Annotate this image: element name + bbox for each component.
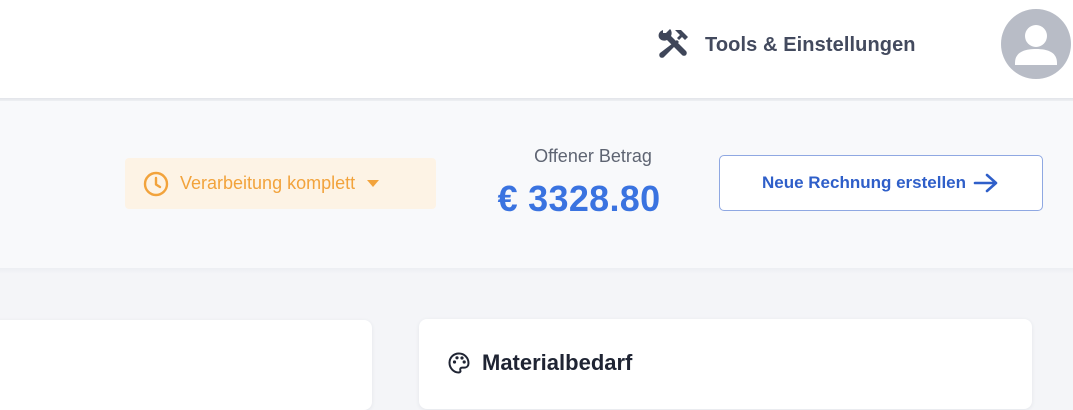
open-amount-label: Offener Betrag [534,146,652,166]
material-card-title-text: Materialbedarf [482,350,633,375]
tools-settings-label: Tools & Einstellungen [705,33,916,56]
material-card-title: Materialbedarf [448,348,632,378]
user-avatar-icon [1001,9,1071,79]
status-dropdown[interactable]: Verarbeitung komplett [125,158,436,209]
new-invoice-label: Neue Rechnung erstellen [761,173,967,192]
tools-icon [655,27,691,63]
status-label: Verarbeitung komplett [180,173,356,193]
top-bar: Tools & Einstellungen [0,0,1073,98]
header-divider [0,268,1073,274]
new-invoice-button[interactable]: Neue Rechnung erstellen [719,155,1043,211]
tools-settings-link[interactable]: Tools & Einstellungen [655,26,916,64]
arrow-right-icon [972,172,1000,194]
clock-icon [142,170,170,198]
left-card [0,320,372,410]
avatar[interactable] [1001,9,1071,79]
chevron-down-icon [367,180,380,187]
open-amount-value: € 3328.80 [497,178,661,219]
palette-icon [448,352,470,374]
